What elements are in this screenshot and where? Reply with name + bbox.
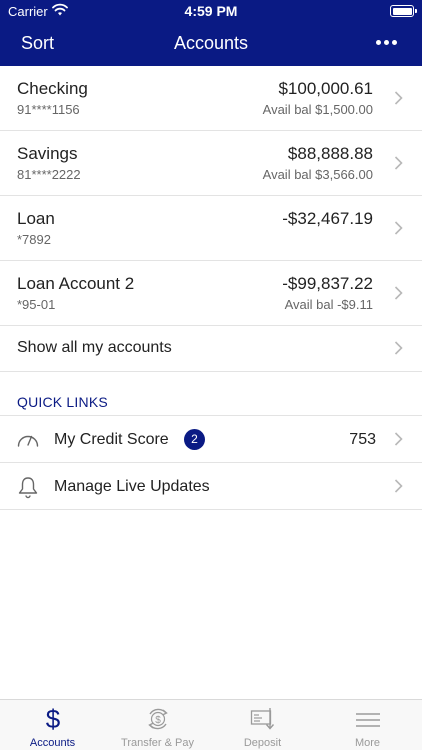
- svg-text:$: $: [46, 705, 61, 733]
- account-number: *95-01: [17, 297, 56, 312]
- app-header: Carrier 4:59 PM Sort Accounts: [0, 0, 422, 66]
- account-number: *7892: [17, 232, 51, 247]
- manage-live-updates-link[interactable]: Manage Live Updates: [0, 463, 422, 510]
- battery-icon: [390, 5, 417, 17]
- account-balance: $100,000.61: [278, 79, 373, 98]
- bell-icon: [18, 477, 38, 499]
- notification-badge: 2: [184, 429, 205, 450]
- quick-links-heading: QUICK LINKS: [17, 394, 108, 410]
- show-all-accounts-link[interactable]: Show all my accounts: [0, 324, 422, 372]
- chevron-right-icon: [394, 479, 403, 493]
- account-balance: -$32,467.19: [282, 209, 373, 228]
- account-row-loan[interactable]: Loan *7892 -$32,467.19: [0, 196, 422, 261]
- transfer-icon: $: [148, 708, 168, 730]
- chevron-right-icon: [394, 286, 403, 300]
- chevron-right-icon: [394, 341, 403, 355]
- svg-text:$: $: [155, 715, 161, 726]
- chevron-right-icon: [394, 221, 403, 235]
- account-row-loan-account-2[interactable]: Loan Account 2 *95-01 -$99,837.22 Avail …: [0, 261, 422, 326]
- menu-icon: [356, 713, 380, 727]
- account-number: 81****2222: [17, 167, 81, 182]
- show-all-label: Show all my accounts: [17, 339, 172, 356]
- account-name: Checking: [17, 79, 88, 98]
- page-title: Accounts: [173, 33, 249, 53]
- account-number: 91****1156: [17, 102, 80, 117]
- account-name: Loan Account 2: [17, 274, 135, 293]
- account-name: Loan: [17, 209, 55, 228]
- account-row-checking[interactable]: Checking 91****1156 $100,000.61 Avail ba…: [0, 66, 422, 131]
- deposit-check-icon: [250, 708, 275, 730]
- tab-bar: $ Accounts $ Transfer & Pay Deposit More: [0, 699, 422, 750]
- tab-label: More: [354, 737, 381, 749]
- account-row-savings[interactable]: Savings 81****2222 $88,888.88 Avail bal …: [0, 131, 422, 196]
- chevron-right-icon: [394, 432, 403, 446]
- quick-links-section: QUICK LINKS: [0, 372, 422, 416]
- chevron-right-icon: [394, 156, 403, 170]
- credit-score-link[interactable]: My Credit Score 2 753: [0, 416, 422, 463]
- tab-more[interactable]: More: [315, 700, 420, 750]
- tab-label: Deposit: [243, 737, 282, 749]
- status-time: 4:59 PM: [184, 3, 238, 19]
- account-balance: -$99,837.22: [282, 274, 373, 293]
- gauge-icon: [17, 435, 39, 447]
- live-updates-label: Manage Live Updates: [54, 478, 210, 495]
- chevron-right-icon: [394, 91, 403, 105]
- credit-score-label: My Credit Score: [54, 431, 169, 448]
- tab-accounts[interactable]: $ Accounts: [0, 700, 105, 750]
- tab-transfer-pay[interactable]: $ Transfer & Pay: [105, 700, 210, 750]
- dollar-icon: $: [46, 705, 61, 733]
- available-balance: Avail bal -$9.11: [284, 297, 373, 312]
- available-balance: Avail bal $1,500.00: [262, 102, 373, 117]
- credit-score-value: 753: [349, 431, 376, 448]
- tab-label: Accounts: [29, 737, 76, 749]
- account-name: Savings: [17, 144, 78, 163]
- more-dots-icon[interactable]: [376, 40, 398, 46]
- tab-label: Transfer & Pay: [121, 737, 194, 749]
- tab-deposit[interactable]: Deposit: [210, 700, 315, 750]
- account-balance: $88,888.88: [287, 144, 373, 163]
- status-bar: Carrier 4:59 PM: [0, 0, 422, 22]
- available-balance: Avail bal $3,566.00: [262, 167, 373, 182]
